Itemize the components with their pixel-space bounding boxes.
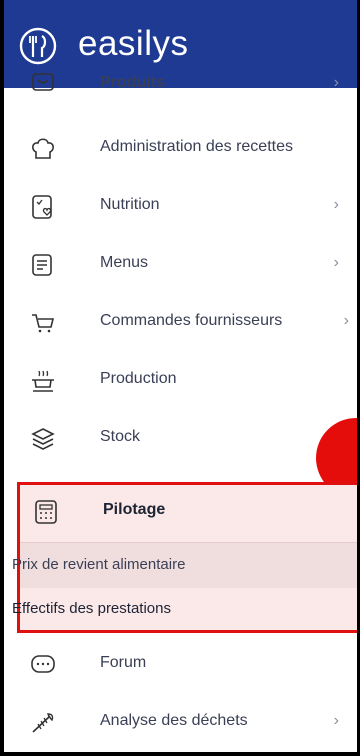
sidebar-item-forum[interactable]: Forum [4,636,357,694]
sidebar-item-label: Pilotage [103,501,166,518]
checklist-heart-icon [32,195,52,219]
sidebar-item-label: Stock [100,428,141,445]
sidebar-item-label: Commandes fournisseurs [100,312,283,329]
sidebar-item-production[interactable]: Production [4,352,357,410]
chef-hat-icon [32,138,54,159]
submenu-item-effectifs[interactable]: Effectifs des prestations [12,589,357,630]
submenu-item-label: Prix de revient alimentaire [12,556,186,573]
cart-icon [32,314,55,333]
fish-bone-icon [32,713,54,733]
sidebar-item-pilotage[interactable]: Pilotage [7,485,354,542]
pilotage-highlight-box: Pilotage Prix de revient alimentaire Eff… [12,482,357,633]
chevron-right-icon: › [333,712,339,729]
sidebar-item-commandes-fournisseurs[interactable]: Commandes fournisseurs › [4,294,357,352]
calculator-icon [35,500,57,524]
sidebar-item-label: Forum [100,654,147,671]
document-icon [32,254,52,276]
chevron-right-icon: › [343,312,349,329]
app-frame: easilys Produits › Administration des re… [0,0,360,756]
chevron-right-icon: › [333,254,339,271]
sidebar-item-label: Menus [100,254,149,271]
sidebar-item-nutrition[interactable]: Nutrition › [4,178,357,236]
sidebar-item-label: Produits [100,74,165,91]
submenu-item-label: Effectifs des prestations [12,600,171,617]
sidebar-item-produits[interactable]: Produits › [4,56,357,114]
cooking-pot-icon [32,370,54,392]
sidebar-item-label: Nutrition [100,196,160,213]
sidebar-item-label: Administration des recettes [100,138,293,155]
submenu-item-prix-de-revient[interactable]: Prix de revient alimentaire [12,543,357,588]
chat-bubble-icon [31,655,55,673]
chevron-right-icon: › [333,74,339,91]
sidebar-item-stock[interactable]: Stock [4,410,357,468]
sidebar-item-administration-recettes[interactable]: Administration des recettes [4,120,357,178]
sidebar-item-label: Production [100,370,177,387]
layers-icon [31,428,55,450]
sidebar-item-analyse-dechets[interactable]: Analyse des déchets › [4,694,357,752]
sidebar-item-menus[interactable]: Menus › [4,236,357,294]
box-icon [32,73,54,91]
sidebar-item-label: Analyse des déchets [100,712,248,729]
chevron-right-icon: › [333,196,339,213]
